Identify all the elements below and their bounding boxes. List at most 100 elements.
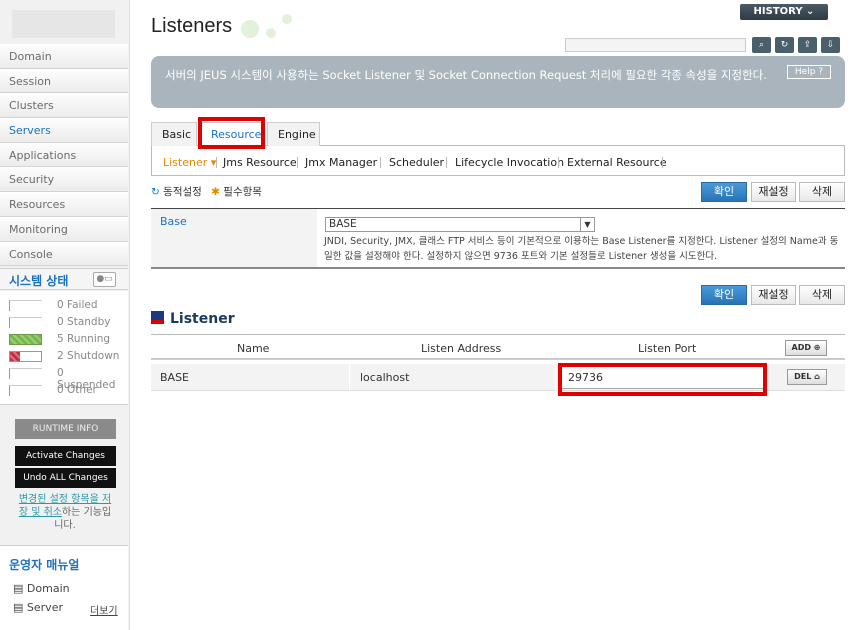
status-bar <box>9 300 42 311</box>
sub-navigation: Listener ▾ Jms Resource Jmx Manager Sche… <box>151 146 845 176</box>
subnav-jms-resource[interactable]: Jms Resource <box>223 156 297 169</box>
reset-button-bottom[interactable]: 재설정 <box>751 285 796 305</box>
refresh-icon[interactable]: ↻ <box>775 37 794 53</box>
status-bar-running <box>9 334 42 345</box>
tab-basic[interactable]: Basic <box>151 122 197 146</box>
help-button[interactable]: Help ? <box>787 65 831 79</box>
status-count: 0 <box>57 367 64 379</box>
required-icon: ✱ <box>211 186 220 198</box>
status-bar-shutdown <box>9 351 42 362</box>
status-bar <box>9 317 42 328</box>
sidebar-item-security[interactable]: Security <box>0 167 128 193</box>
document-icon: ▤ <box>13 582 24 595</box>
page-title: Listeners <box>151 15 233 37</box>
legend-required: 필수항목 <box>223 186 262 198</box>
table-header: Name Listen Address Listen Port ADD ⊕ <box>151 334 845 360</box>
decor-dot <box>266 28 276 38</box>
help-icon: ? <box>818 67 824 77</box>
add-icon: ⊕ <box>813 343 821 352</box>
highlight-box <box>558 363 767 396</box>
dynamic-setting-icon: ↻ <box>151 186 160 198</box>
logo <box>12 10 115 38</box>
subnav-scheduler[interactable]: Scheduler <box>389 156 444 169</box>
status-bar <box>9 368 42 379</box>
import-icon[interactable]: ⇩ <box>821 37 840 53</box>
reset-button-top[interactable]: 재설정 <box>751 182 796 202</box>
legend: ↻ 동적설정 ✱ 필수항목 <box>151 184 262 199</box>
tab-engine[interactable]: Engine <box>267 122 320 146</box>
description-text: 서버의 JEUS 시스템이 사용하는 Socket Listener 및 Soc… <box>165 68 767 82</box>
runtime-note-text: 하는 기능입니다. <box>54 507 112 531</box>
listener-address: localhost <box>360 371 410 384</box>
decor-dot <box>282 14 292 24</box>
sidebar-item-monitoring[interactable]: Monitoring <box>0 216 128 242</box>
status-label: Other <box>67 384 97 396</box>
chevron-down-icon: ⌄ <box>806 6 815 17</box>
runtime-panel: RUNTIME INFO Activate Changes Undo ALL C… <box>0 406 128 542</box>
status-row-suspended: 0 Suspended <box>9 365 121 391</box>
search-input[interactable] <box>565 38 746 52</box>
confirm-button-bottom[interactable]: 확인 <box>701 285 747 305</box>
runtime-note: 변경된 설정 항목을 저장 및 취소하는 기능입니다. <box>16 493 114 532</box>
sidebar-item-applications[interactable]: Applications <box>0 142 128 168</box>
manual-panel: 운영자 매뉴얼 ▤ Domain ▤ Server 더보기 <box>0 545 128 630</box>
status-count: 0 <box>57 316 64 328</box>
sidebar-item-clusters[interactable]: Clusters <box>0 93 128 119</box>
description-box: 서버의 JEUS 시스템이 사용하는 Socket Listener 및 Soc… <box>151 56 845 108</box>
base-label: Base <box>151 209 317 267</box>
status-row-shutdown: 2 Shutdown <box>9 348 121 365</box>
status-count: 0 <box>57 384 64 396</box>
system-status-title: 시스템 상태 <box>9 274 69 288</box>
base-description: JNDI, Security, JMX, 클래스 FTP 서비스 등이 기본적으… <box>324 236 839 262</box>
status-count: 2 <box>57 350 64 362</box>
status-row-standby: 0 Standby <box>9 314 121 331</box>
status-count: 5 <box>57 333 64 345</box>
column-name: Name <box>237 342 270 355</box>
status-row-running: 5 Running <box>9 331 121 348</box>
trash-icon: ⌂ <box>814 372 820 381</box>
listener-section-title: Listener <box>151 311 235 327</box>
sidebar: Domain Session Clusters Servers Applicat… <box>0 0 130 630</box>
manual-more-link[interactable]: 더보기 <box>90 602 118 617</box>
status-bar <box>9 385 42 396</box>
toggle-icon[interactable]: ●▭ <box>93 272 116 287</box>
export-icon[interactable]: ⇪ <box>798 37 817 53</box>
sidebar-item-session[interactable]: Session <box>0 68 128 94</box>
column-listen-address: Listen Address <box>421 342 502 355</box>
system-status-header: 시스템 상태 ●▭ <box>0 268 128 290</box>
manual-title: 운영자 매뉴얼 <box>9 558 80 572</box>
manual-link-server[interactable]: ▤ Server <box>13 601 63 614</box>
subnav-listener[interactable]: Listener ▾ <box>163 156 216 169</box>
activate-changes-button[interactable]: Activate Changes <box>15 446 116 466</box>
base-select[interactable]: BASE ▼ <box>325 217 595 232</box>
document-icon: ▤ <box>13 601 24 614</box>
runtime-info-button[interactable]: RUNTIME INFO <box>15 419 116 439</box>
highlight-box <box>198 117 265 149</box>
subnav-jmx-manager[interactable]: Jmx Manager <box>305 156 377 169</box>
sidebar-item-servers[interactable]: Servers <box>0 118 128 143</box>
status-label: Shutdown <box>67 350 120 362</box>
history-button[interactable]: HISTORY ⌄ <box>740 4 828 20</box>
search-icon[interactable]: ⌕ <box>752 37 771 53</box>
confirm-button-top[interactable]: 확인 <box>701 182 747 202</box>
status-row-failed: 0 Failed <box>9 297 121 314</box>
add-button[interactable]: ADD ⊕ <box>785 340 827 356</box>
subnav-lifecycle-invocation[interactable]: Lifecycle Invocation <box>455 156 564 169</box>
delete-button-top[interactable]: 삭제 <box>799 182 845 202</box>
sidebar-item-console[interactable]: Console <box>0 241 128 267</box>
column-listen-port: Listen Port <box>638 342 697 355</box>
sidebar-item-resources[interactable]: Resources <box>0 192 128 217</box>
manual-link-domain[interactable]: ▤ Domain <box>13 582 70 595</box>
status-label: Failed <box>67 299 98 311</box>
undo-all-changes-button[interactable]: Undo ALL Changes <box>15 468 116 488</box>
delete-button-bottom[interactable]: 삭제 <box>799 285 845 305</box>
decor-dot <box>241 20 259 38</box>
chevron-down-icon: ▼ <box>580 218 594 231</box>
legend-dynamic: 동적설정 <box>163 186 202 198</box>
subnav-external-resource[interactable]: External Resource <box>567 156 667 169</box>
status-label: Standby <box>67 316 111 328</box>
listener-name: BASE <box>160 371 190 384</box>
delete-row-button[interactable]: DEL ⌂ <box>787 369 827 385</box>
system-status-list: 0 Failed 0 Standby 5 Running 2 Shutdown … <box>0 291 128 405</box>
sidebar-item-domain[interactable]: Domain <box>0 44 128 69</box>
